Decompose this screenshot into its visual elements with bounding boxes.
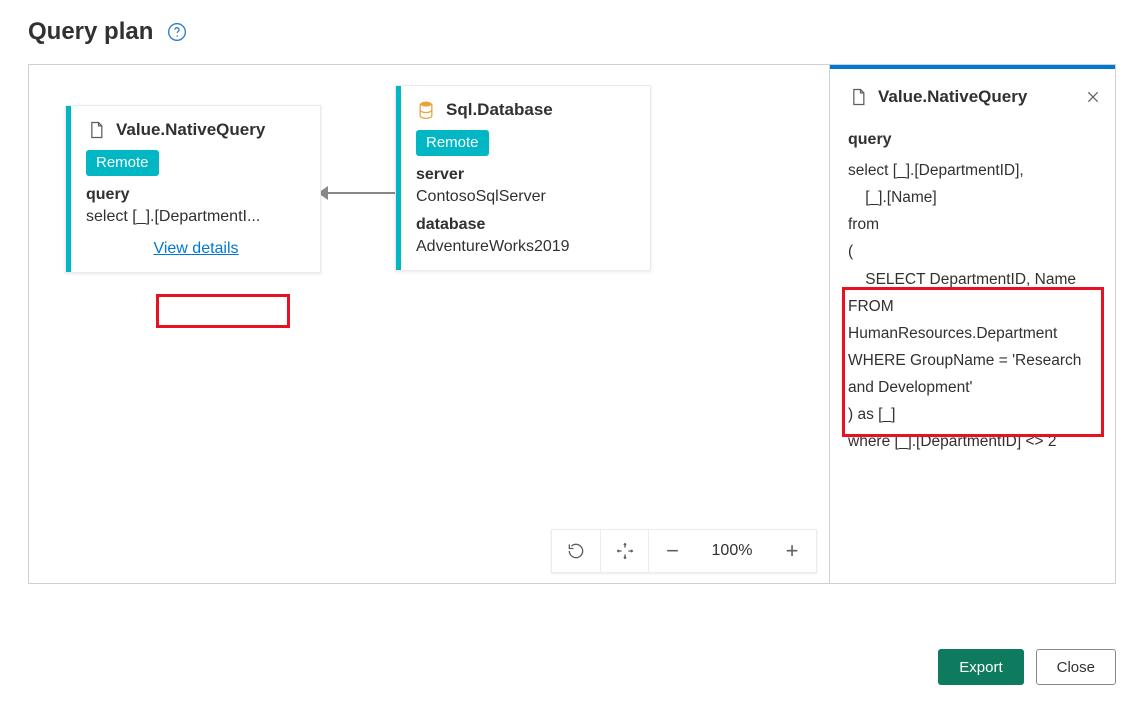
node-title: Value.NativeQuery [116,120,265,140]
server-value: ContosoSqlServer [416,188,636,206]
zoom-in-button[interactable]: + [768,530,816,572]
panel-title: Value.NativeQuery [878,87,1075,107]
title-bar: Query plan [28,18,1116,46]
panel-query-text: select [_].[DepartmentID], [_].[Name] fr… [848,157,1101,455]
zoom-value: 100% [696,530,768,572]
query-plan-arena: Value.NativeQuery Remote query select [_… [28,64,1116,584]
reset-view-button[interactable] [552,530,600,572]
zoom-out-button[interactable]: − [648,530,696,572]
export-button[interactable]: Export [938,649,1023,685]
server-label: server [416,166,636,184]
remote-tag: Remote [416,130,489,156]
remote-tag: Remote [86,150,159,176]
query-label: query [86,186,306,204]
zoom-controls: − 100% + [551,529,817,573]
node-title: Sql.Database [446,100,553,120]
help-icon[interactable] [167,22,187,42]
page-title: Query plan [28,18,153,46]
query-preview: select [_].[DepartmentI... [86,208,306,226]
database-icon [416,100,436,120]
plan-canvas[interactable]: Value.NativeQuery Remote query select [_… [29,65,829,583]
close-button[interactable]: Close [1036,649,1116,685]
panel-query-label: query [848,131,1101,149]
node-sqldatabase[interactable]: Sql.Database Remote server ContosoSqlSer… [395,85,651,271]
document-icon [848,87,868,107]
document-icon [86,120,106,140]
view-details-link[interactable]: View details [153,240,238,257]
highlight-viewdetails [156,294,290,328]
node-accent [396,86,401,270]
close-icon[interactable] [1085,89,1101,105]
details-panel: Value.NativeQuery query select [_].[Depa… [829,65,1115,583]
node-accent [66,106,71,272]
node-nativequery[interactable]: Value.NativeQuery Remote query select [_… [65,105,321,273]
database-label: database [416,216,636,234]
fit-view-button[interactable] [600,530,648,572]
flow-arrow [319,192,395,194]
database-value: AdventureWorks2019 [416,238,636,256]
